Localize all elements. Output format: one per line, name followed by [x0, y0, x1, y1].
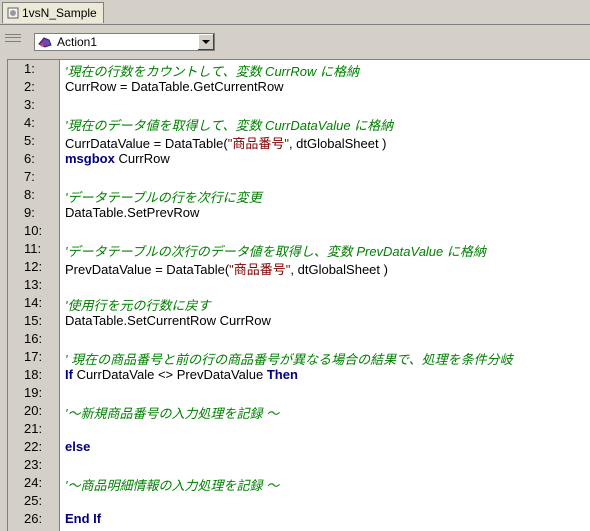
code-token: , dtGlobalSheet ) — [290, 262, 388, 277]
action-dropdown-value: Action1 — [57, 35, 98, 49]
code-text: else — [65, 439, 90, 454]
line-number: 14: — [24, 295, 43, 310]
code-line[interactable]: 9: DataTable.SetPrevRow — [8, 204, 590, 222]
line-number: 22: — [24, 439, 43, 454]
action-dropdown[interactable]: Action1 — [34, 33, 215, 51]
code-text: msgbox CurrRow — [65, 151, 170, 166]
line-number: 8: — [24, 187, 35, 202]
code-token: End If — [65, 511, 102, 526]
code-line[interactable]: 2: CurrRow = DataTable.GetCurrentRow — [8, 78, 590, 96]
code-token: CurrDataVale <> PrevDataValue — [72, 367, 267, 382]
line-number: 16: — [24, 331, 43, 346]
code-line[interactable]: 18: If CurrDataVale <> PrevDataValue Then — [8, 366, 590, 384]
line-number: 3: — [24, 97, 35, 112]
line-number: 24: — [24, 475, 43, 490]
code-token: "商品番号" — [227, 136, 289, 151]
line-number: 26: — [24, 511, 43, 526]
code-text: End If — [65, 511, 101, 526]
line-number: 12: — [24, 259, 43, 274]
line-number: 19: — [24, 385, 43, 400]
code-token: DataTable.SetCurrentRow CurrRow — [65, 313, 271, 328]
code-token: CurrRow — [114, 151, 170, 166]
code-token: 'データテーブルの行を次行に変更 — [65, 190, 262, 205]
code-line[interactable]: 23: — [8, 456, 590, 474]
code-line[interactable]: 26: End If — [8, 510, 590, 528]
code-line[interactable]: 19: — [8, 384, 590, 402]
code-line[interactable]: 12: PrevDataValue = DataTable("商品番号", dtG… — [8, 258, 590, 277]
tab-strip: 1vsN_Sample — [0, 0, 590, 25]
code-token: CurrRow = DataTable.GetCurrentRow — [65, 79, 284, 94]
line-number: 6: — [24, 151, 35, 166]
code-line[interactable]: 20: '～新規商品番号の入力処理を記録 ～ — [8, 402, 590, 421]
line-number: 20: — [24, 403, 43, 418]
code-token: ' 現在の商品番号と前の行の商品番号が異なる場合の結果で、処理を条件分岐 — [65, 352, 513, 367]
tab-1vsn-sample[interactable]: 1vsN_Sample — [2, 2, 104, 23]
code-text: CurrRow = DataTable.GetCurrentRow — [65, 79, 284, 94]
code-text: DataTable.SetCurrentRow CurrRow — [65, 313, 271, 328]
code-token: msgbox — [65, 151, 115, 166]
code-line[interactable]: 14: '使用行を元の行数に戻す — [8, 294, 590, 313]
code-line[interactable]: 5: CurrDataValue = DataTable("商品番号", dtGl… — [8, 132, 590, 151]
code-line[interactable]: 15: DataTable.SetCurrentRow CurrRow — [8, 312, 590, 330]
code-token: Then — [266, 367, 298, 382]
chevron-down-icon — [202, 40, 210, 44]
line-number: 5: — [24, 133, 35, 148]
code-line[interactable]: 3: — [8, 96, 590, 114]
code-line[interactable]: 24: '～商品明細情報の入力処理を記録 ～ — [8, 474, 590, 493]
line-number: 18: — [24, 367, 43, 382]
line-number: 9: — [24, 205, 35, 220]
code-token: '～商品明細情報の入力処理を記録 ～ — [65, 478, 280, 493]
code-line[interactable]: 11: 'データテーブルの次行のデータ値を取得し、変数 PrevDataValue… — [8, 240, 590, 259]
test-script-icon — [7, 7, 19, 19]
code-text: DataTable.SetPrevRow — [65, 205, 199, 220]
code-editor[interactable]: 1: '現在の行数をカウントして、変数 CurrRow に格納 2: CurrRow … — [7, 59, 590, 531]
line-number: 1: — [24, 61, 35, 76]
action-dropdown-button[interactable] — [197, 34, 214, 50]
line-number: 23: — [24, 457, 43, 472]
code-line[interactable]: 17: ' 現在の商品番号と前の行の商品番号が異なる場合の結果で、処理を条件分岐 — [8, 348, 590, 367]
action-icon — [38, 37, 52, 48]
line-number: 21: — [24, 421, 43, 436]
code-token: , dtGlobalSheet ) — [288, 136, 387, 151]
code-line[interactable]: 4: '現在のデータ値を取得して、変数 CurrDataValue に格納 — [8, 114, 590, 133]
code-token: '使用行を元の行数に戻す — [65, 298, 211, 313]
code-token: '現在のデータ値を取得して、変数 CurrDataValue に格納 — [65, 118, 394, 133]
line-number: 11: — [24, 241, 42, 256]
code-token: 'データテーブルの次行のデータ値を取得し、変数 PrevDataValue に格… — [65, 244, 486, 259]
code-token: "商品番号" — [229, 262, 291, 277]
line-number: 17: — [24, 349, 43, 364]
code-text: If CurrDataVale <> PrevDataValue Then — [65, 367, 298, 382]
line-number: 2: — [24, 79, 35, 94]
code-line[interactable]: 13: — [8, 276, 590, 294]
script-panel: Action1 1: '現在の行数をカウントして、変数 CurrRow に格納 2:… — [0, 25, 590, 531]
code-token: PrevDataValue = DataTable( — [65, 262, 230, 277]
code-line[interactable]: 21: — [8, 420, 590, 438]
line-number: 10: — [24, 223, 43, 238]
code-line[interactable]: 7: — [8, 168, 590, 186]
code-line[interactable]: 22: else — [8, 438, 590, 456]
line-number: 25: — [24, 493, 43, 508]
line-number: 4: — [24, 115, 35, 130]
code-line[interactable]: 1: '現在の行数をカウントして、変数 CurrRow に格納 — [8, 60, 590, 79]
code-token: CurrDataValue = DataTable( — [65, 136, 228, 151]
line-number: 13: — [24, 277, 43, 292]
code-line[interactable]: 6: msgbox CurrRow — [8, 150, 590, 168]
code-line[interactable]: 8: 'データテーブルの行を次行に変更 — [8, 186, 590, 205]
line-number: 15: — [24, 313, 43, 328]
code-token: else — [65, 439, 91, 454]
code-line[interactable]: 25: — [8, 492, 590, 510]
code-lines: 1: '現在の行数をカウントして、変数 CurrRow に格納 2: CurrRow … — [8, 60, 590, 528]
tab-label: 1vsN_Sample — [22, 6, 97, 20]
toolbar-grip[interactable] — [5, 34, 21, 42]
code-line[interactable]: 10: — [8, 222, 590, 240]
code-token: '現在の行数をカウントして、変数 CurrRow に格納 — [65, 64, 359, 79]
code-token: If — [65, 367, 73, 382]
code-line[interactable]: 16: — [8, 330, 590, 348]
code-token: '～新規商品番号の入力処理を記録 ～ — [65, 406, 280, 421]
line-number: 7: — [24, 169, 35, 184]
code-token: DataTable.SetPrevRow — [65, 205, 200, 220]
